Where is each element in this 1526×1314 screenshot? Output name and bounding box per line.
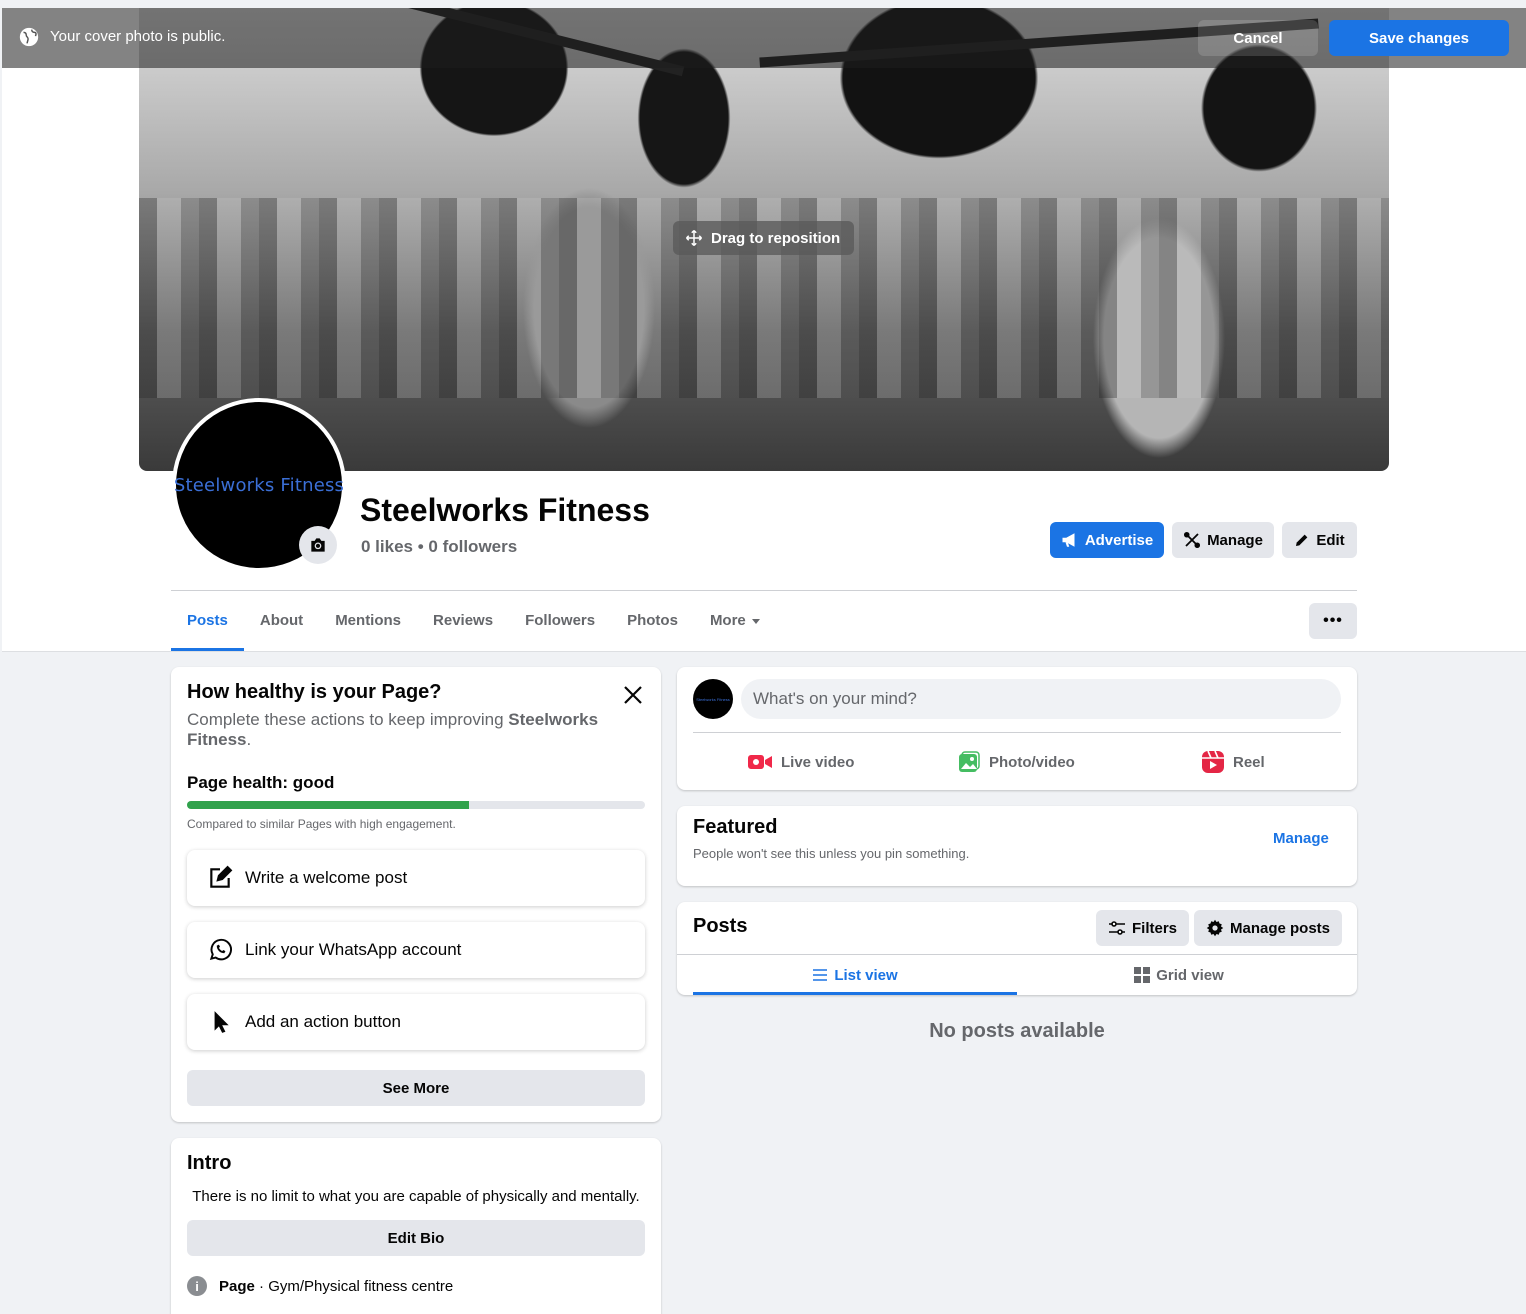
featured-subtitle: People won't see this unless you pin som… bbox=[693, 846, 970, 861]
list-icon bbox=[813, 969, 828, 981]
photo-video-button[interactable]: Photo/video bbox=[957, 745, 1075, 779]
task-write-welcome-post[interactable]: Write a welcome post bbox=[187, 850, 645, 906]
advertise-button[interactable]: Advertise bbox=[1050, 522, 1164, 558]
health-subtitle-end: . bbox=[246, 730, 252, 749]
intro-bio: There is no limit to what you are capabl… bbox=[192, 1188, 640, 1205]
health-title: How healthy is your Page? bbox=[187, 681, 442, 703]
intro-card: Intro There is no limit to what you are … bbox=[171, 1138, 661, 1314]
list-view-label: List view bbox=[834, 966, 898, 984]
see-more-button[interactable]: See More bbox=[187, 1070, 645, 1106]
globe-icon bbox=[19, 27, 39, 47]
composer-avatar[interactable]: Steelworks Fitness bbox=[693, 679, 733, 719]
page-category: i Page · Gym/Physical fitness centre bbox=[187, 1276, 453, 1296]
tools-icon bbox=[1184, 531, 1201, 549]
edit-label: Edit bbox=[1316, 531, 1345, 549]
tab-posts[interactable]: Posts bbox=[171, 590, 244, 651]
health-progress-bar bbox=[187, 801, 645, 809]
filters-icon bbox=[1109, 921, 1125, 935]
photo-video-label: Photo/video bbox=[989, 753, 1075, 771]
tab-followers[interactable]: Followers bbox=[509, 590, 611, 651]
health-subtitle: Complete these actions to keep improving… bbox=[187, 710, 627, 750]
intro-title: Intro bbox=[187, 1152, 232, 1174]
reel-icon bbox=[1202, 750, 1224, 773]
grid-view-tab[interactable]: Grid view bbox=[1017, 955, 1341, 995]
health-progress-fill bbox=[187, 801, 469, 809]
manage-posts-label: Manage posts bbox=[1230, 919, 1331, 937]
task-label: Link your WhatsApp account bbox=[245, 940, 462, 959]
close-icon[interactable] bbox=[621, 683, 645, 707]
tab-photos[interactable]: Photos bbox=[611, 590, 694, 651]
cover-public-message: Your cover photo is public. bbox=[50, 28, 226, 45]
page-health-card: How healthy is your Page? Complete these… bbox=[171, 667, 661, 1122]
caret-down-icon bbox=[751, 618, 760, 624]
grid-icon bbox=[1134, 967, 1151, 983]
whats-on-your-mind-input[interactable]: What's on your mind? bbox=[741, 679, 1341, 719]
featured-title: Featured bbox=[693, 816, 778, 838]
featured-manage-link[interactable]: Manage bbox=[1273, 830, 1329, 847]
camera-icon bbox=[311, 538, 325, 552]
no-posts-message: No posts available bbox=[929, 1020, 1105, 1042]
page-title: Steelworks Fitness bbox=[360, 492, 650, 528]
task-add-action-button[interactable]: Add an action button bbox=[187, 994, 645, 1050]
live-video-label: Live video bbox=[781, 753, 855, 771]
cursor-icon bbox=[214, 1011, 229, 1033]
page-stats[interactable]: 0 likes • 0 followers bbox=[361, 537, 517, 557]
edit-icon bbox=[210, 865, 233, 888]
pencil-icon bbox=[1296, 534, 1308, 546]
tab-mentions[interactable]: Mentions bbox=[319, 590, 417, 651]
page-category-label: Page bbox=[219, 1277, 255, 1295]
grid-view-label: Grid view bbox=[1156, 966, 1224, 984]
health-subtitle-text: Complete these actions to keep improving bbox=[187, 710, 509, 729]
drag-label: Drag to reposition bbox=[711, 229, 841, 247]
whatsapp-icon bbox=[209, 938, 232, 961]
page-category-text: Page · Gym/Physical fitness centre bbox=[219, 1278, 453, 1295]
task-link-whatsapp[interactable]: Link your WhatsApp account bbox=[187, 922, 645, 978]
live-video-icon bbox=[748, 755, 772, 769]
change-profile-picture-button[interactable] bbox=[299, 526, 337, 564]
manage-button[interactable]: Manage bbox=[1172, 522, 1274, 558]
save-changes-button[interactable]: Save changes bbox=[1329, 20, 1509, 56]
task-label: Write a welcome post bbox=[245, 868, 408, 887]
reel-label: Reel bbox=[1233, 753, 1265, 771]
manage-posts-button[interactable]: Manage posts bbox=[1194, 910, 1343, 946]
filters-label: Filters bbox=[1132, 919, 1178, 937]
post-composer: Steelworks Fitness What's on your mind? … bbox=[677, 667, 1357, 790]
page-tabs: Posts About Mentions Reviews Followers P… bbox=[171, 590, 778, 651]
manage-label: Manage bbox=[1207, 531, 1263, 549]
gear-icon bbox=[1206, 919, 1224, 937]
more-options-button[interactable]: ••• bbox=[1309, 603, 1357, 639]
edit-bio-button[interactable]: Edit Bio bbox=[187, 1220, 645, 1256]
edit-button[interactable]: Edit bbox=[1282, 522, 1357, 558]
tab-more-label: More bbox=[709, 612, 746, 629]
task-label: Add an action button bbox=[245, 1012, 401, 1031]
composer-avatar-text: Steelworks Fitness bbox=[696, 696, 730, 702]
posts-title: Posts bbox=[693, 915, 748, 937]
health-note: Compared to similar Pages with high enga… bbox=[187, 817, 456, 831]
drag-to-reposition-hint: Drag to reposition bbox=[673, 221, 855, 255]
reel-button[interactable]: Reel bbox=[1201, 745, 1265, 779]
health-status: Page health: good bbox=[187, 773, 335, 792]
tab-more[interactable]: More bbox=[694, 590, 778, 651]
cancel-button[interactable]: Cancel bbox=[1198, 20, 1318, 56]
list-view-tab[interactable]: List view bbox=[693, 955, 1017, 995]
composer-divider bbox=[693, 732, 1341, 733]
filters-button[interactable]: Filters bbox=[1096, 910, 1190, 946]
photo-icon bbox=[959, 751, 980, 772]
profile-picture-text: Steelworks Fitness bbox=[173, 474, 345, 496]
move-icon bbox=[685, 229, 703, 247]
tab-reviews[interactable]: Reviews bbox=[417, 590, 509, 651]
tab-about[interactable]: About bbox=[244, 590, 319, 651]
page-category-value: · Gym/Physical fitness centre bbox=[254, 1277, 454, 1295]
megaphone-icon bbox=[1062, 533, 1075, 547]
info-icon: i bbox=[187, 1276, 207, 1296]
live-video-button[interactable]: Live video bbox=[747, 745, 854, 779]
featured-card: Featured People won't see this unless yo… bbox=[677, 806, 1357, 886]
advertise-label: Advertise bbox=[1084, 531, 1154, 549]
posts-card: Posts Filters Manage posts List view Gri… bbox=[677, 902, 1357, 995]
